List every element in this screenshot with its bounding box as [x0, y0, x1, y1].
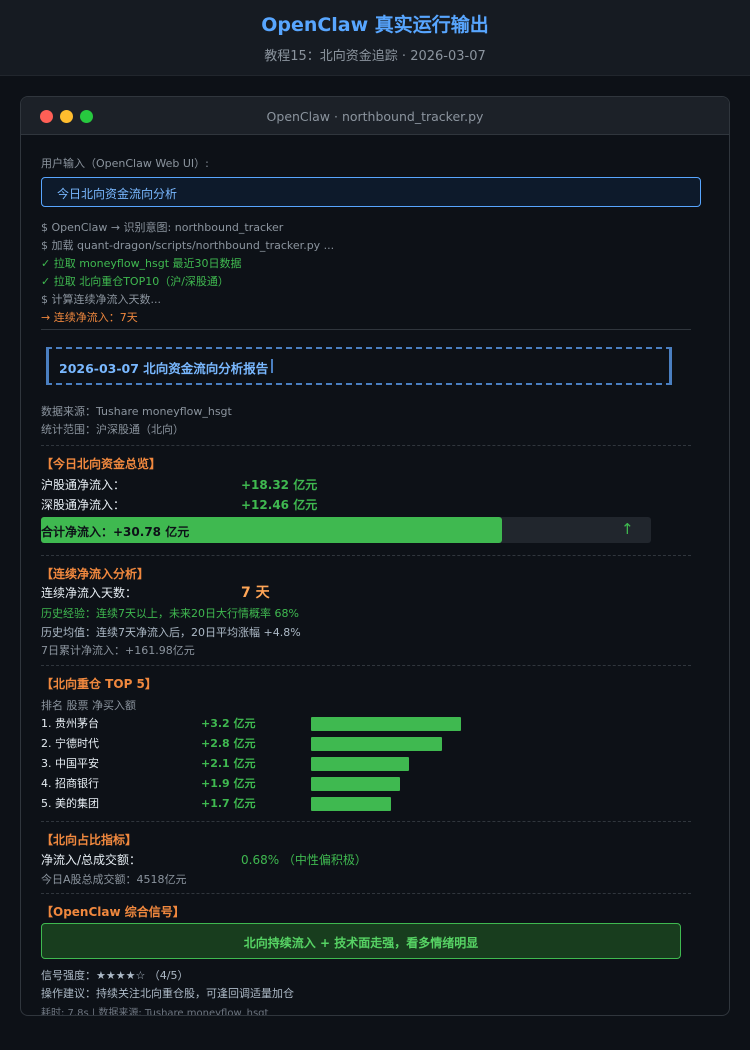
sz-inflow-value: +12.46 亿元 [241, 498, 318, 512]
signal-title: 【OpenClaw 综合信号】 [41, 905, 185, 919]
top5-columns: 排名 股票 净买入额 [41, 699, 136, 712]
log-line: ✓ 拉取 北向重仓TOP10（沪/深股通） [41, 275, 229, 288]
stock-name: 3. 中国平安 [41, 757, 99, 770]
sz-inflow-label: 深股通净流入： [41, 498, 126, 512]
page-title: OpenClaw 真实运行输出 [261, 14, 489, 36]
divider [41, 893, 691, 894]
stock-bar [311, 777, 400, 791]
total-inflow-bar: 合计净流入：+30.78 亿元 ↑ [41, 517, 651, 543]
sh-inflow-label: 沪股通净流入： [41, 478, 126, 492]
user-input-label: 用户输入（OpenClaw Web UI）: [41, 157, 209, 170]
divider [41, 665, 691, 666]
terminal-window: OpenClaw · northbound_tracker.py 用户输入（Op… [20, 96, 730, 1016]
log-line: $ OpenClaw → 识别意图: northbound_tracker [41, 221, 284, 234]
divider [41, 821, 691, 822]
stock-bar [311, 797, 391, 811]
divider [41, 445, 691, 446]
ratio-title: 【北向占比指标】 [41, 833, 138, 847]
stock-bar [311, 757, 409, 771]
streak-title: 【连续净流入分析】 [41, 567, 150, 581]
log-line: ✓ 拉取 moneyflow_hsgt 最近30日数据 [41, 257, 242, 270]
page-subtitle: 教程15：北向资金追踪 · 2026-03-07 [264, 49, 486, 64]
signal-banner: 北向持续流入 + 技术面走强，看多情绪明显 [41, 923, 681, 959]
stock-name: 4. 招商银行 [41, 777, 99, 790]
streak-history: 历史经验：连续7天以上，未来20日大行情概率 68% [41, 607, 299, 620]
divider [41, 329, 691, 330]
streak-average: 历史均值：连续7天净流入后，20日平均涨幅 +4.8% [41, 626, 301, 639]
stock-value: +2.1 亿元 [201, 757, 256, 770]
stock-value: +3.2 亿元 [201, 717, 256, 730]
user-input-field[interactable]: 今日北向资金流向分析 [41, 177, 701, 207]
window-title: OpenClaw · northbound_tracker.py [266, 109, 484, 124]
arrow-up-icon: ↑ [621, 520, 634, 538]
window-titlebar: OpenClaw · northbound_tracker.py [21, 97, 729, 135]
sh-inflow-value: +18.32 亿元 [241, 478, 318, 492]
streak-days-label: 连续净流入天数： [41, 586, 138, 600]
log-line: $ 加载 quant-dragon/scripts/northbound_tra… [41, 239, 335, 252]
streak-cumulative: 7日累计净流入：+161.98亿元 [41, 644, 195, 657]
overview-title: 【今日北向资金总览】 [41, 457, 162, 471]
signal-advice: 操作建议：持续关注北向重仓股，可逢回调适量加仓 [41, 987, 294, 1000]
signal-strength: 信号强度：★★★★☆ （4/5） [41, 969, 189, 982]
divider [41, 555, 691, 556]
stock-value: +1.7 亿元 [201, 797, 256, 810]
turnover-total: 今日A股总成交额：4518亿元 [41, 873, 187, 886]
ratio-label: 净流入/总成交额： [41, 853, 142, 867]
report-header-box: 2026-03-07 北向资金流向分析报告 [46, 347, 672, 385]
report-scope: 统计范围：沪深股通（北向） [41, 423, 184, 436]
page-header: OpenClaw 真实运行输出 教程15：北向资金追踪 · 2026-03-07 [0, 0, 750, 76]
total-inflow-label: 合计净流入：+30.78 亿元 [41, 525, 190, 539]
run-footer: 耗时: 7.8s | 数据来源: Tushare moneyflow_hsgt [41, 1008, 269, 1016]
stock-bar [311, 717, 461, 731]
report-title-cursor [271, 359, 273, 373]
ratio-value: 0.68% （中性偏积极） [241, 853, 367, 867]
log-line: → 连续净流入：7天 [41, 311, 138, 324]
top5-title: 【北向重仓 TOP 5】 [41, 677, 157, 691]
log-line: $ 计算连续净流入天数... [41, 293, 161, 306]
report-source: 数据来源：Tushare moneyflow_hsgt [41, 405, 232, 418]
total-inflow-fill: 合计净流入：+30.78 亿元 [41, 517, 502, 543]
stock-value: +1.9 亿元 [201, 777, 256, 790]
streak-days-value: 7 天 [241, 585, 270, 601]
stock-name: 5. 美的集团 [41, 797, 99, 810]
stock-value: +2.8 亿元 [201, 737, 256, 750]
stock-name: 1. 贵州茅台 [41, 717, 99, 730]
stock-bar [311, 737, 442, 751]
stock-name: 2. 宁德时代 [41, 737, 99, 750]
report-title: 2026-03-07 北向资金流向分析报告 [59, 361, 269, 376]
